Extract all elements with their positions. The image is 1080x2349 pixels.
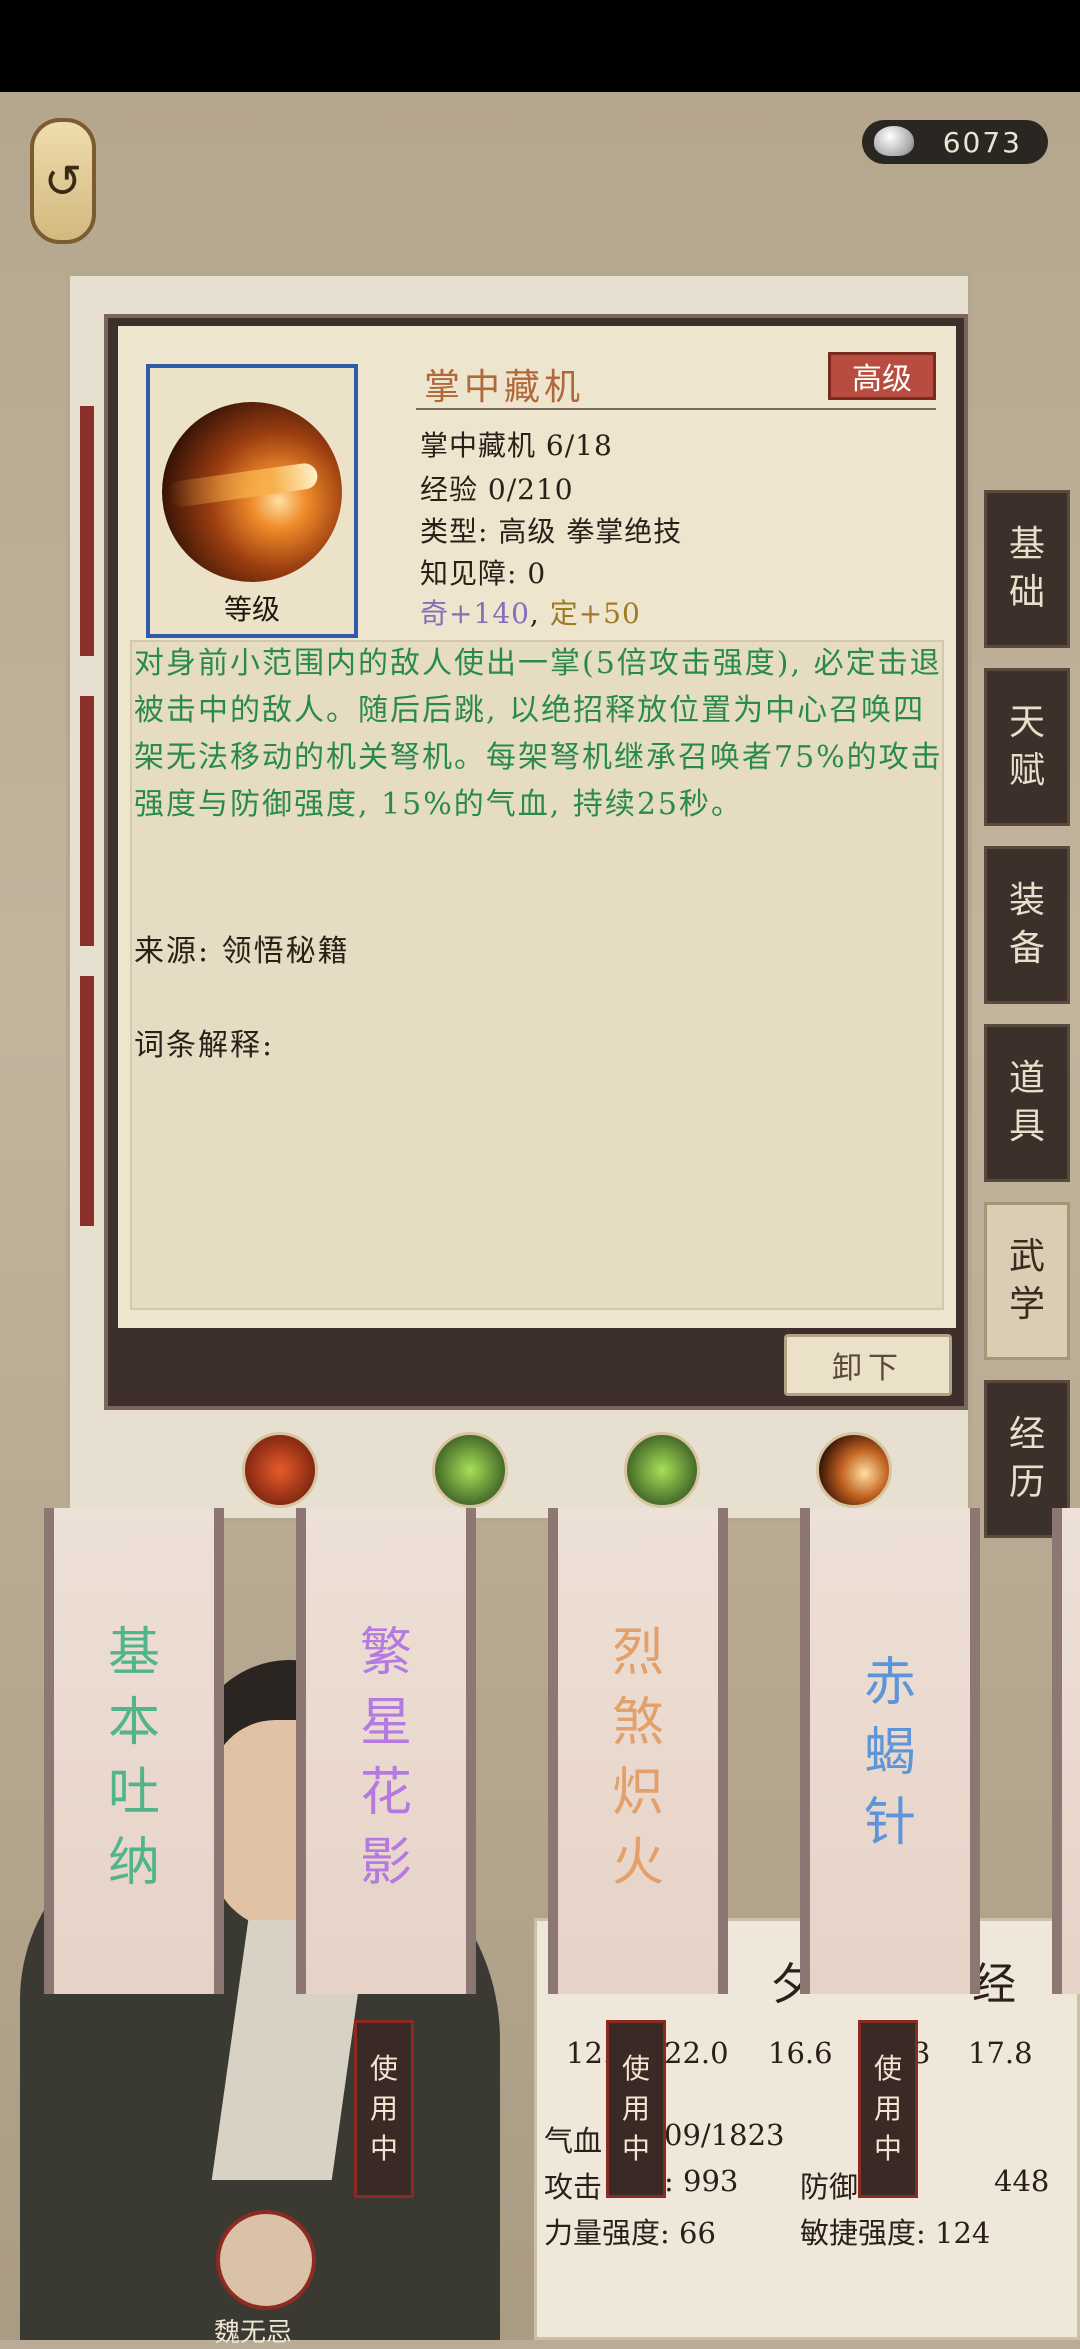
- scroll-label: 基 本 吐 纳: [107, 1623, 160, 1893]
- scroll-label: 赤 蝎 针: [863, 1653, 916, 1853]
- tab-label: 装 备: [1008, 880, 1045, 969]
- skill-scroll-blazing-fire[interactable]: 烈 煞 炽 火: [548, 1508, 728, 1994]
- skill-name: 掌中藏机: [424, 367, 585, 408]
- divider: [416, 408, 936, 410]
- attack-value: : 993: [664, 2164, 739, 2198]
- star-skill-icon[interactable]: [432, 1432, 508, 1508]
- skill-level: 掌中藏机 6/18: [420, 429, 613, 462]
- grade-badge: 高级: [828, 352, 936, 400]
- hp-value: 09/1823: [664, 2118, 785, 2152]
- skill-barrier: 知见障: 0: [420, 557, 547, 590]
- tab-label: 经 历: [1008, 1414, 1045, 1503]
- skill-exp: 经验 0/210: [420, 473, 574, 506]
- agility-stat: 敏捷强度: 124: [800, 2216, 991, 2250]
- in-use-tag: 使 用 中: [606, 2020, 666, 2198]
- panel-edge: [80, 696, 94, 946]
- tab-talent[interactable]: 天 赋: [984, 668, 1070, 826]
- panel-edge: [80, 976, 94, 1226]
- tab-label: 道 具: [1008, 1058, 1045, 1147]
- character-avatar[interactable]: [216, 2210, 316, 2310]
- stat-value: 22.0: [664, 2036, 729, 2070]
- skill-description: 对身前小范围内的敌人使出一掌(5倍攻击强度), 必定击退被击中的敌人。随后后跳,…: [134, 646, 943, 822]
- tab-martial-arts[interactable]: 武 学: [984, 1202, 1070, 1360]
- palm-skill-icon[interactable]: [816, 1432, 892, 1508]
- tab-label: 基 础: [1008, 524, 1045, 613]
- tab-label: 武 学: [1008, 1236, 1045, 1325]
- skill-scroll-scorpion-needle[interactable]: 赤 蝎 针: [800, 1508, 980, 1994]
- tab-label: 天 赋: [1008, 702, 1045, 791]
- tab-basic[interactable]: 基 础: [984, 490, 1070, 648]
- silver-ingot-icon: [874, 126, 914, 156]
- icon-level-label: 等级: [223, 593, 280, 626]
- skill-icon-card: 等级: [146, 364, 358, 638]
- bonus-separator: ,: [529, 597, 540, 630]
- tag-label: 使 用 中: [873, 2052, 902, 2165]
- tab-items[interactable]: 道 具: [984, 1024, 1070, 1182]
- fire-skill-icon[interactable]: [242, 1432, 318, 1508]
- tag-label: 使 用 中: [621, 2052, 650, 2165]
- panel-edge: [80, 406, 94, 656]
- back-button[interactable]: ↺: [30, 118, 96, 244]
- in-use-tag: 使 用 中: [354, 2020, 414, 2198]
- status-bar: [0, 0, 1080, 92]
- hp-label: 气血: [544, 2124, 603, 2158]
- scroll-label: 烈 煞 炽 火: [611, 1623, 664, 1893]
- strength-stat: 力量强度: 66: [544, 2216, 716, 2250]
- defense-label: 防御: [800, 2170, 859, 2204]
- stat-value: 17.8: [968, 2036, 1033, 2070]
- skill-bonuses: 奇+140, 定+50: [420, 592, 641, 632]
- term-explanation: 词条解释:: [134, 1028, 275, 1063]
- skill-scroll-partial[interactable]: [1052, 1508, 1080, 1994]
- skill-type: 类型: 高级 拳掌绝技: [420, 515, 683, 548]
- bonus-qi: 奇+140: [420, 597, 530, 630]
- skill-scroll-star-flower[interactable]: 繁 星 花 影: [296, 1508, 476, 1994]
- character-name: 魏无忌: [214, 2318, 293, 2348]
- currency-value: 6073: [942, 125, 1022, 159]
- back-arrow-icon: ↺: [43, 154, 83, 208]
- unequip-button[interactable]: 卸下: [784, 1334, 952, 1396]
- scroll-label: 繁 星 花 影: [359, 1623, 412, 1893]
- skill-scroll-basic-breathing[interactable]: 基 本 吐 纳: [44, 1508, 224, 1994]
- tab-equipment[interactable]: 装 备: [984, 846, 1070, 1004]
- blade-skill-icon[interactable]: [624, 1432, 700, 1508]
- attack-label: 攻击: [544, 2170, 603, 2204]
- defense-value: 448: [994, 2164, 1050, 2198]
- stat-value: 16.6: [768, 2036, 833, 2070]
- skill-source: 来源: 领悟秘籍: [134, 934, 350, 969]
- currency-display: 6073: [862, 120, 1048, 164]
- bonus-ding: 定+50: [549, 597, 641, 630]
- in-use-tag: 使 用 中: [858, 2020, 918, 2198]
- palm-strike-icon: [162, 402, 342, 582]
- tag-label: 使 用 中: [369, 2052, 398, 2165]
